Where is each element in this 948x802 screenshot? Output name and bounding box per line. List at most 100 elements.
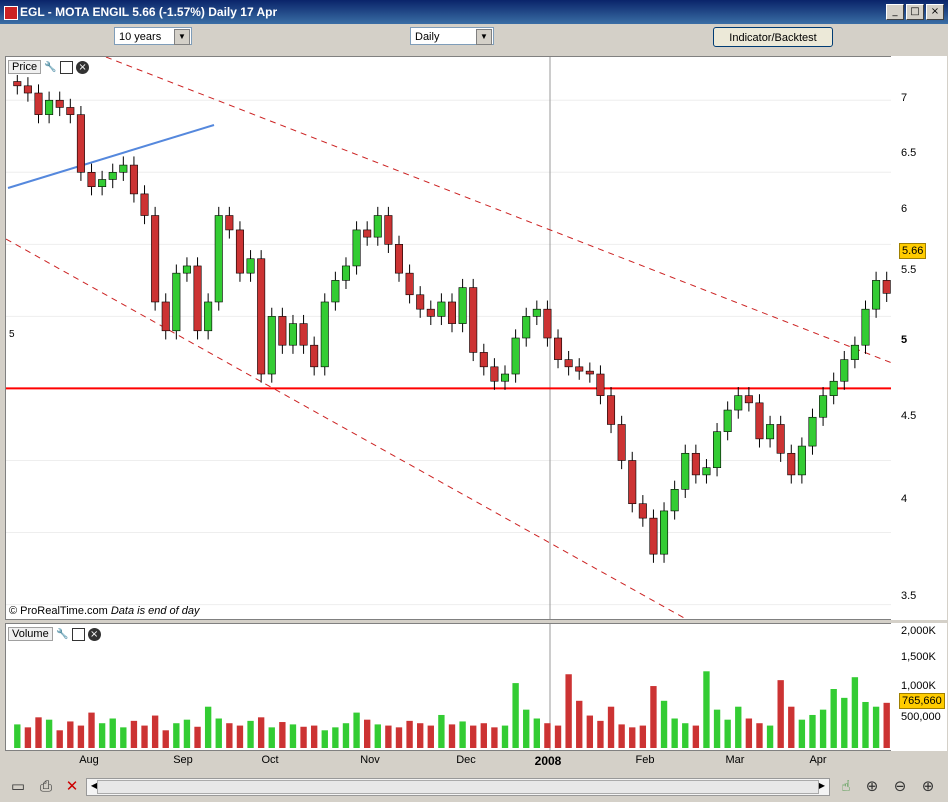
- price-tick: 5.5: [901, 264, 917, 276]
- maximize-button[interactable]: □: [906, 4, 924, 20]
- candle-body: [76, 114, 85, 173]
- candle-body: [87, 171, 96, 187]
- volume-bar: [470, 725, 477, 748]
- support-axis-label: 5: [901, 334, 908, 346]
- close-button[interactable]: ×: [926, 4, 944, 20]
- volume-bar: [809, 714, 816, 748]
- volume-tick: 2,000K: [901, 625, 936, 637]
- print-icon[interactable]: ⎙: [36, 776, 56, 796]
- wrench-icon[interactable]: 🔧: [44, 61, 57, 74]
- volume-bar: [703, 671, 710, 748]
- candle-body: [363, 229, 372, 238]
- close-icon[interactable]: ×: [76, 60, 90, 74]
- price-chart[interactable]: [6, 57, 892, 619]
- volume-bar: [872, 706, 880, 748]
- price-tick: 7: [901, 92, 908, 104]
- candle-body: [182, 265, 191, 274]
- candle-body: [34, 92, 43, 115]
- price-pane-header: Price 🔧 ×: [8, 59, 90, 75]
- volume-bar: [45, 719, 53, 748]
- volume-bar: [204, 706, 212, 748]
- volume-bar: [215, 718, 222, 748]
- candle-body: [288, 323, 297, 346]
- candle-body: [861, 308, 870, 346]
- volume-bar: [788, 706, 795, 748]
- volume-bar: [607, 706, 615, 748]
- candle-body: [23, 85, 32, 94]
- period-select-value: Daily: [415, 31, 440, 43]
- candle-body: [405, 272, 414, 296]
- candle-body: [204, 301, 213, 332]
- volume-bar: [194, 726, 201, 748]
- candle-body: [299, 323, 308, 346]
- volume-bar: [374, 724, 381, 748]
- volume-bar: [692, 725, 700, 748]
- volume-bar: [289, 724, 297, 748]
- volume-bar: [438, 714, 445, 748]
- candle-body: [384, 215, 393, 245]
- volume-bar: [226, 723, 233, 748]
- candle-body: [808, 416, 817, 447]
- volume-bar: [544, 723, 551, 748]
- candle-body: [660, 510, 669, 555]
- volume-bar: [268, 727, 275, 748]
- candle-body: [713, 431, 722, 468]
- candle-body: [490, 366, 499, 382]
- wrench-icon[interactable]: 🔧: [56, 628, 69, 641]
- volume-pane-label: Volume: [8, 627, 53, 641]
- candle-body: [66, 107, 75, 115]
- hand-icon[interactable]: ☝: [836, 776, 856, 796]
- candle-body: [352, 229, 361, 267]
- price-tick: 4.5: [901, 410, 917, 422]
- volume-bar: [554, 725, 562, 748]
- volume-bar: [332, 727, 339, 748]
- volume-bar: [597, 720, 604, 748]
- candle-body: [437, 301, 446, 317]
- range-select[interactable]: 10 years ▼: [114, 27, 192, 45]
- volume-bar: [385, 725, 392, 748]
- delete-icon[interactable]: ✕: [62, 776, 82, 796]
- chart-type-icon[interactable]: ▭: [8, 776, 28, 796]
- price-tick: 4: [901, 493, 908, 505]
- volume-bar: [671, 718, 678, 748]
- volume-tick: 500,000: [901, 711, 941, 723]
- volume-bar: [713, 709, 721, 748]
- zoom-out-icon[interactable]: ⊖: [890, 776, 910, 796]
- zoom-fit-icon[interactable]: ⊕: [862, 776, 882, 796]
- candle-body: [320, 301, 329, 368]
- volume-bar: [77, 725, 85, 748]
- scroll-right-icon[interactable]: ▶: [815, 779, 829, 793]
- zoom-in-icon[interactable]: ⊕: [918, 776, 938, 796]
- candle-body: [225, 215, 234, 231]
- minimize-button[interactable]: _: [886, 4, 904, 20]
- candle-body: [172, 272, 181, 332]
- volume-pane[interactable]: Volume 🔧 ×: [5, 623, 893, 751]
- window-icon[interactable]: [60, 60, 74, 74]
- candle-body: [744, 395, 753, 404]
- candle-body: [766, 424, 775, 440]
- time-tick: Apr: [809, 754, 827, 766]
- volume-chart[interactable]: [6, 624, 892, 750]
- horizontal-scrollbar[interactable]: ◀ ▶: [86, 778, 830, 796]
- candle-body: [872, 280, 881, 310]
- candle-body: [108, 171, 117, 180]
- candle-body: [373, 215, 382, 238]
- period-select[interactable]: Daily ▼: [410, 27, 494, 45]
- close-icon[interactable]: ×: [87, 627, 101, 641]
- candle-body: [331, 280, 340, 303]
- chevron-down-icon[interactable]: ▼: [174, 29, 190, 45]
- chevron-down-icon[interactable]: ▼: [476, 29, 492, 45]
- volume-bar: [724, 719, 731, 748]
- volume-bar: [777, 680, 784, 748]
- indicator-backtest-button[interactable]: Indicator/Backtest: [713, 27, 833, 47]
- window-icon[interactable]: [71, 627, 85, 641]
- watermark-text: © ProRealTime.com: [9, 605, 108, 617]
- price-pane[interactable]: Price 🔧 × 5 © ProRealTime.com Data is en…: [5, 56, 893, 620]
- volume-bar: [14, 724, 21, 748]
- candle-body: [394, 244, 403, 274]
- volume-tick: 1,000K: [901, 680, 936, 692]
- scroll-thumb[interactable]: [97, 780, 819, 794]
- candle-body: [596, 373, 605, 396]
- volume-bar: [310, 725, 318, 748]
- candle-body: [564, 359, 573, 368]
